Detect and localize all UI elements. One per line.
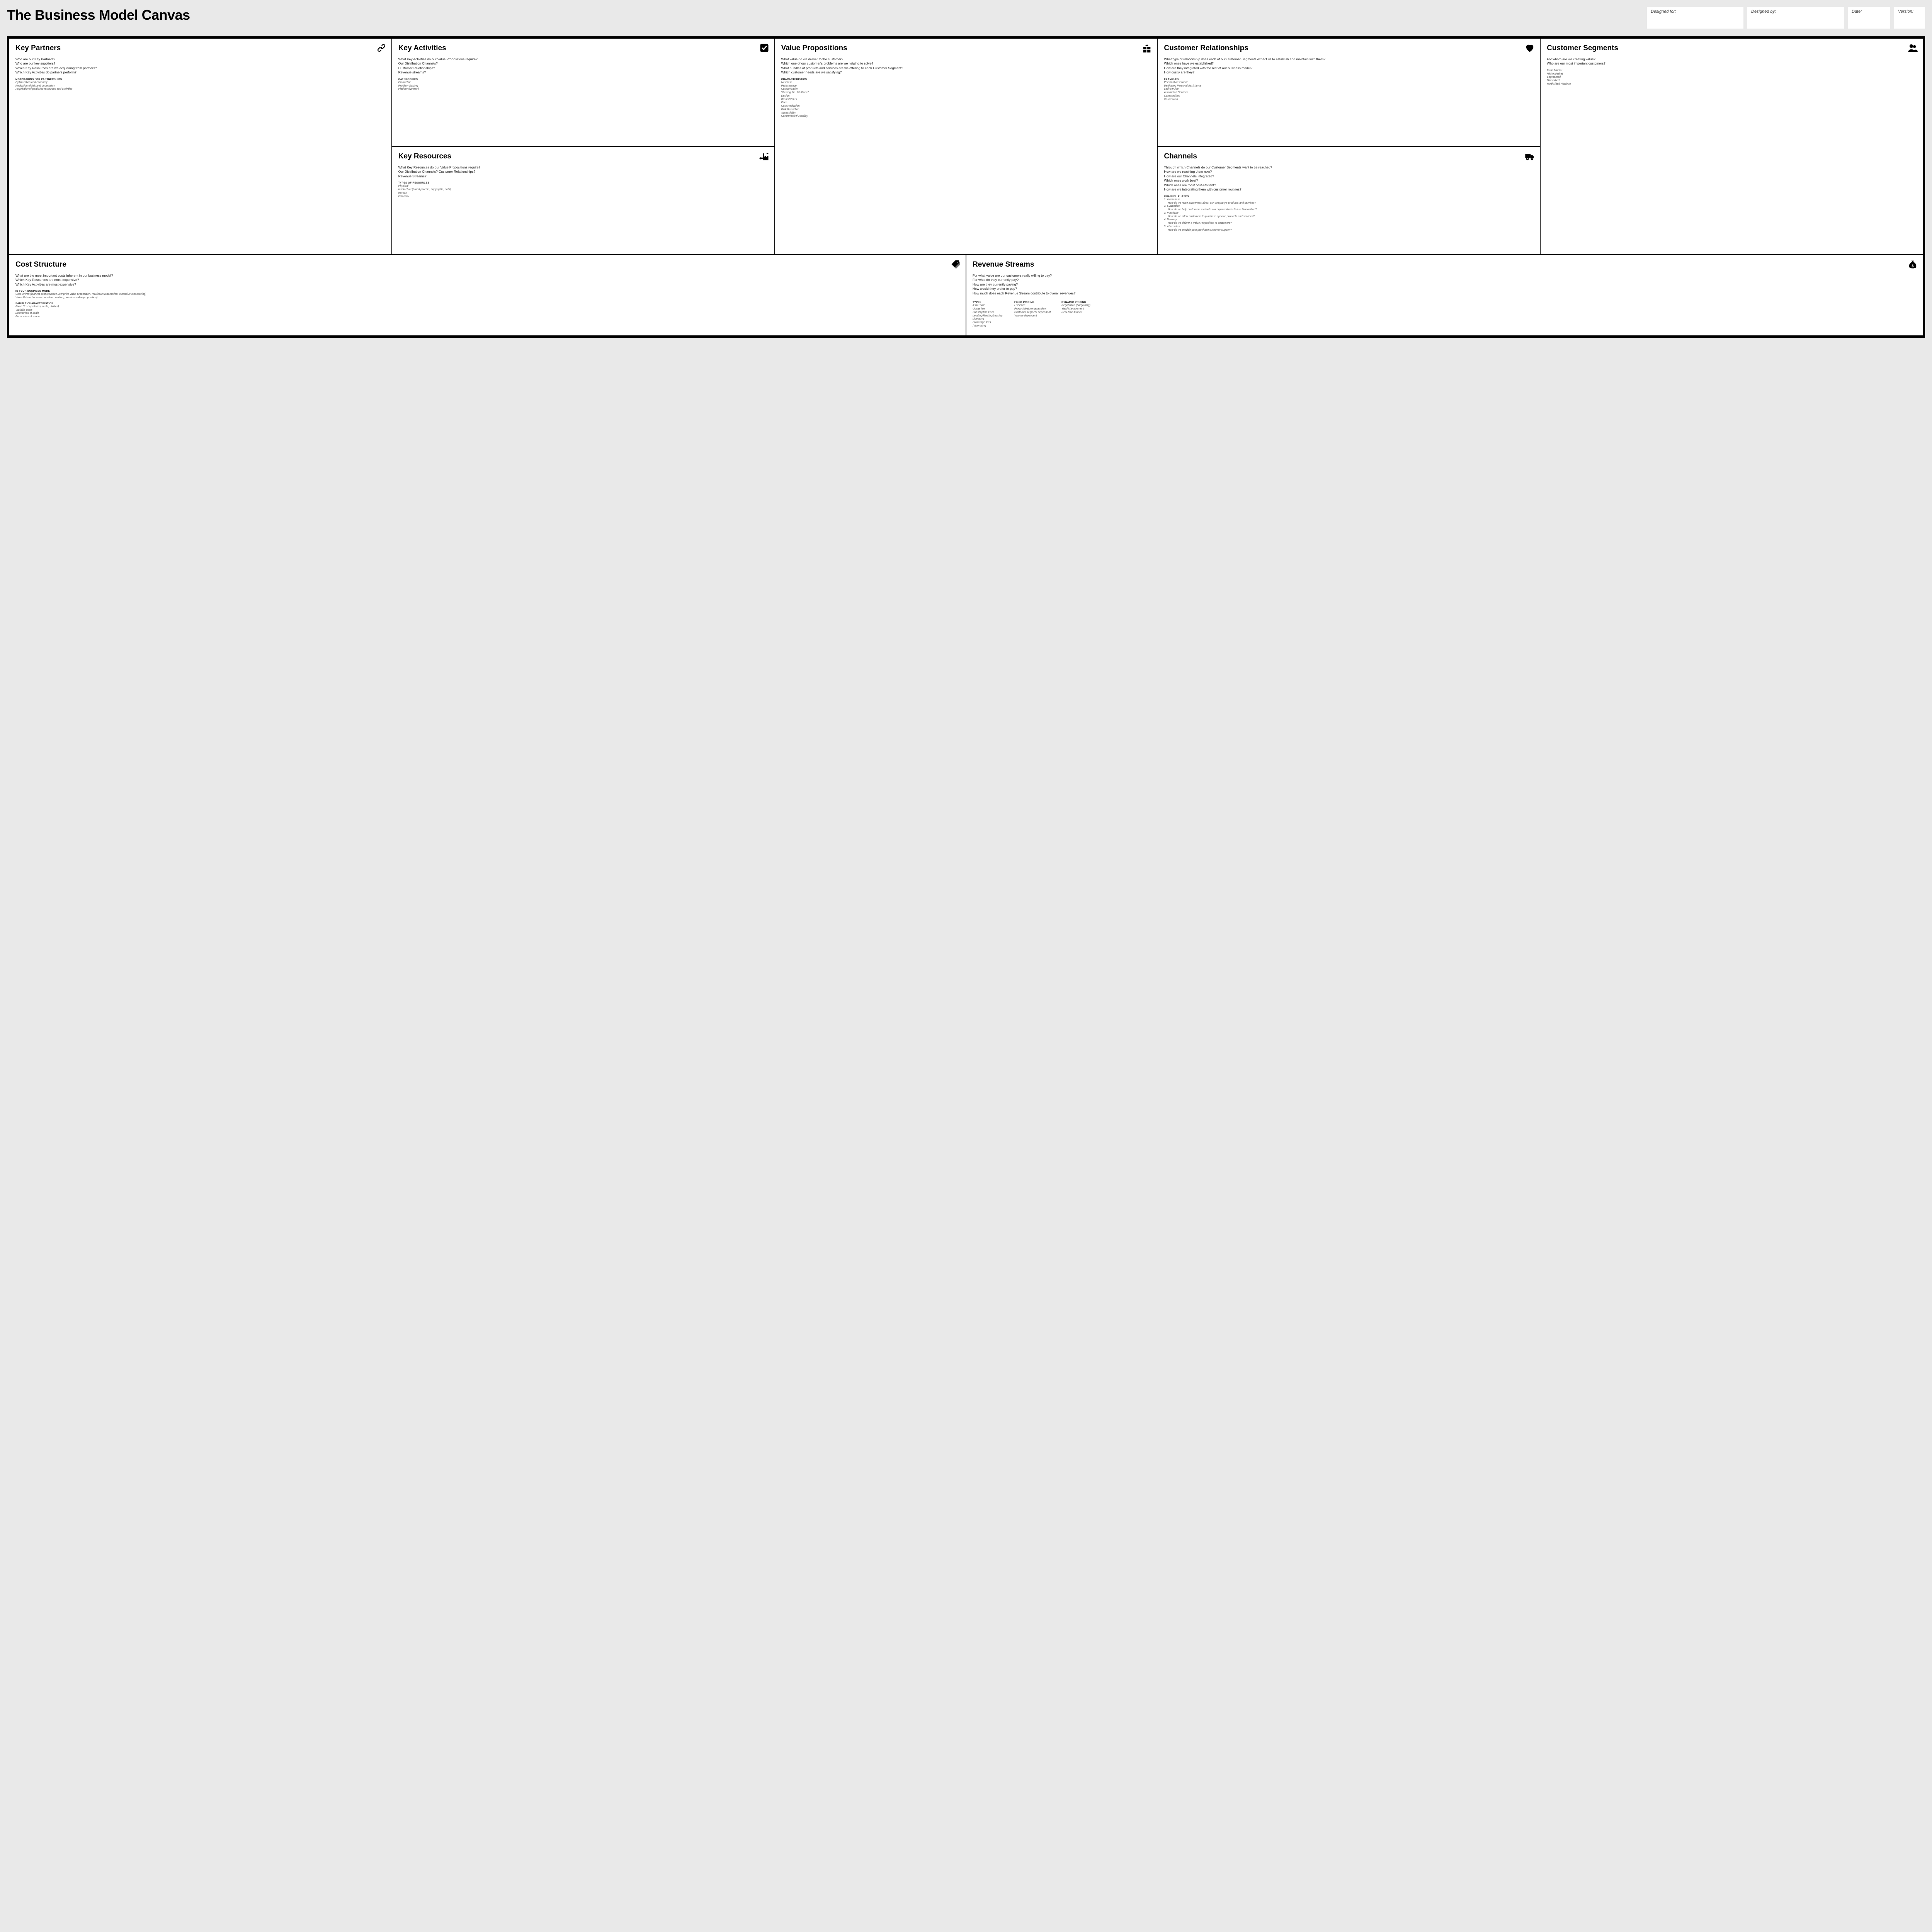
- key-resources-questions: What Key Resources do our Value Proposit…: [398, 165, 768, 179]
- value-propositions-title: Value Propositions: [781, 44, 1151, 53]
- value-propositions-questions: What value do we deliver to the customer…: [781, 57, 1151, 75]
- cost-structure-examples-1: Cost Driven (leanest cost structure, low…: [15, 293, 959, 300]
- key-activities-questions: What Key Activities do our Value Proposi…: [398, 57, 768, 75]
- revenue-types-col: types Asset saleUsage feeSubscription Fe…: [973, 299, 1003, 328]
- truck-icon: [1524, 151, 1535, 162]
- designed-for-field[interactable]: Designed for:: [1647, 7, 1743, 29]
- value-propositions-subhead: characteristics: [781, 78, 1151, 81]
- page-title: The Business Model Canvas: [7, 7, 1643, 23]
- revenue-types-list: Asset saleUsage feeSubscription FeesLend…: [973, 304, 1003, 328]
- customer-segments-examples: Mass MarketNiche MarketSegmentedDiversif…: [1547, 69, 1917, 86]
- channels-questions: Through which Channels do our Customer S…: [1164, 165, 1534, 192]
- customer-relationships-examples: Personal assistanceDedicated Personal As…: [1164, 81, 1534, 102]
- version-field[interactable]: Version:: [1894, 7, 1925, 29]
- revenue-dynamic-head: dynamic pricing: [1061, 301, 1092, 304]
- channels-title: Channels: [1164, 152, 1534, 161]
- money-bag-icon: $: [1907, 259, 1918, 270]
- bmc-canvas: Key Partners Who are our Key Partners?Wh…: [7, 36, 1925, 338]
- revenue-fixed-head: fixed pricing: [1014, 301, 1051, 304]
- cost-structure-examples-2: Fixed Costs (salaries, rents, utilities)…: [15, 305, 959, 319]
- cost-structure-cell: Cost Structure What are the most importa…: [9, 255, 966, 336]
- revenue-dynamic-list: Negotiation (bargaining)Yield Management…: [1061, 304, 1092, 314]
- key-partners-questions: Who are our Key Partners?Who are our key…: [15, 57, 385, 75]
- customer-segments-title: Customer Segments: [1547, 44, 1917, 53]
- date-field[interactable]: Date:: [1848, 7, 1890, 29]
- cost-structure-questions: What are the most important costs inhere…: [15, 274, 959, 287]
- revenue-streams-cell: $ Revenue Streams For what value are our…: [966, 255, 1923, 336]
- key-partners-subhead: motivations for partnerships: [15, 78, 385, 81]
- customer-relationships-subhead: examples: [1164, 78, 1534, 81]
- cost-structure-subhead-2: sample characteristics: [15, 302, 959, 305]
- cost-structure-title: Cost Structure: [15, 260, 959, 269]
- designed-for-label: Designed for:: [1651, 9, 1676, 14]
- key-resources-examples: PhysicalIntellectual (brand patents, cop…: [398, 185, 768, 198]
- customer-segments-questions: For whom are we creating value?Who are o…: [1547, 57, 1917, 66]
- customer-segments-cell: Customer Segments For whom are we creati…: [1540, 38, 1923, 255]
- key-resources-cell: Key Resources What Key Resources do our …: [392, 146, 775, 255]
- key-activities-cell: Key Activities What Key Activities do ou…: [392, 38, 775, 146]
- link-icon: [376, 43, 387, 53]
- key-resources-title: Key Resources: [398, 152, 768, 161]
- designed-by-field[interactable]: Designed by:: [1747, 7, 1844, 29]
- key-activities-subhead: catergories: [398, 78, 768, 81]
- customer-relationships-cell: Customer Relationships What type of rela…: [1157, 38, 1540, 146]
- version-label: Version:: [1898, 9, 1913, 14]
- checkbox-icon: [759, 43, 770, 53]
- people-icon: [1907, 43, 1918, 53]
- revenue-streams-columns: types Asset saleUsage feeSubscription Fe…: [973, 299, 1917, 328]
- price-tag-icon: [950, 259, 961, 270]
- key-partners-title: Key Partners: [15, 44, 385, 53]
- channels-cell: Channels Through which Channels do our C…: [1157, 146, 1540, 255]
- customer-relationships-title: Customer Relationships: [1164, 44, 1534, 53]
- channels-phases: 1. AwarenessHow do we raise awareness ab…: [1164, 198, 1534, 232]
- gift-icon: [1141, 43, 1152, 53]
- revenue-streams-questions: For what value are our customers really …: [973, 274, 1917, 296]
- revenue-fixed-list: List PriceProduct feature dependentCusto…: [1014, 304, 1051, 318]
- cost-structure-subhead-1: is your business more: [15, 290, 959, 293]
- customer-relationships-questions: What type of relationship does each of o…: [1164, 57, 1534, 75]
- revenue-fixed-col: fixed pricing List PriceProduct feature …: [1014, 299, 1051, 328]
- date-label: Date:: [1852, 9, 1862, 14]
- key-activities-title: Key Activities: [398, 44, 768, 53]
- designed-by-label: Designed by:: [1751, 9, 1776, 14]
- channels-subhead: channel phases: [1164, 195, 1534, 198]
- heart-icon: [1524, 43, 1535, 53]
- value-propositions-examples: NewnessPerformanceCustomization"Getting …: [781, 81, 1151, 118]
- value-propositions-cell: Value Propositions What value do we deli…: [775, 38, 1158, 255]
- meta-fields: Designed for: Designed by: Date: Version…: [1647, 7, 1925, 29]
- revenue-types-head: types: [973, 301, 1003, 304]
- key-activities-examples: ProductionProblem SolvingPlatform/Networ…: [398, 81, 768, 91]
- factory-icon: [759, 151, 770, 162]
- svg-text:$: $: [1912, 264, 1914, 268]
- key-partners-examples: Optimization and economyReduction of ris…: [15, 81, 385, 91]
- key-resources-subhead: types of resources: [398, 182, 768, 184]
- key-partners-cell: Key Partners Who are our Key Partners?Wh…: [9, 38, 392, 255]
- revenue-streams-title: Revenue Streams: [973, 260, 1917, 269]
- header-row: The Business Model Canvas Designed for: …: [7, 7, 1925, 29]
- revenue-dynamic-col: dynamic pricing Negotiation (bargaining)…: [1061, 299, 1092, 328]
